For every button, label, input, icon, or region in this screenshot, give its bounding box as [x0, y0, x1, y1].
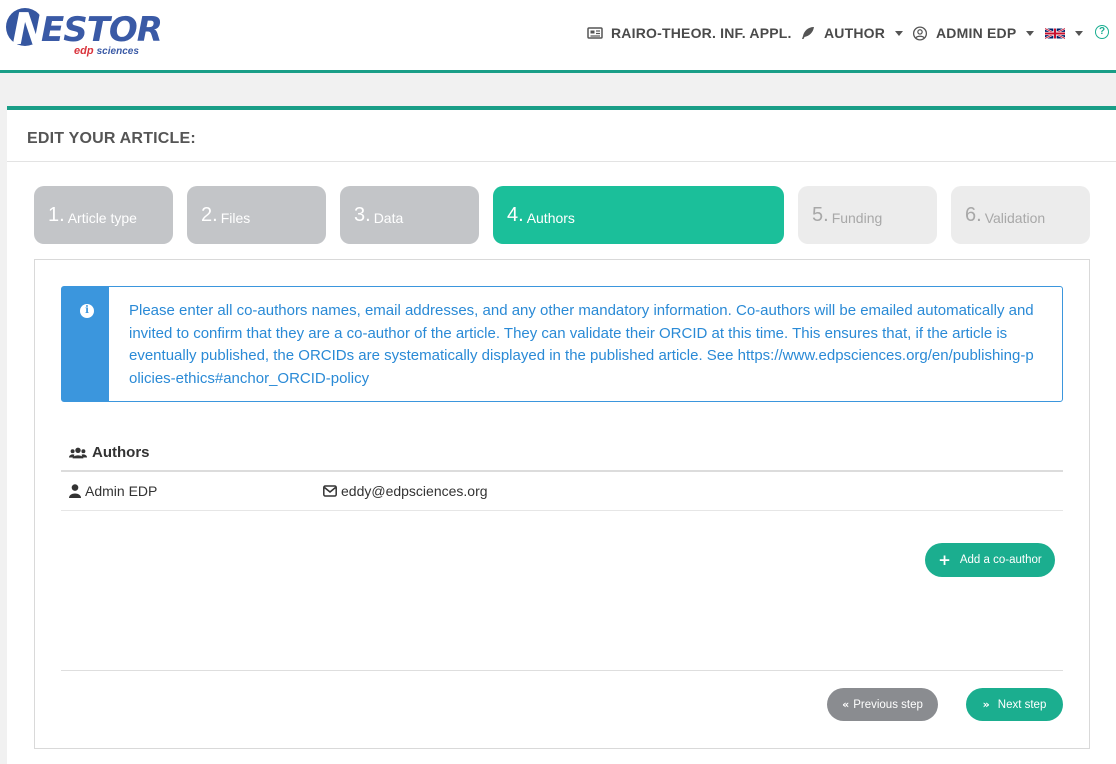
- help-icon[interactable]: ?: [1095, 25, 1109, 39]
- chevron-down-icon: [1075, 30, 1083, 36]
- uk-flag-icon: [1045, 27, 1065, 39]
- role-menu[interactable]: AUTHOR: [800, 22, 904, 44]
- step-authors[interactable]: 4. Authors: [493, 186, 784, 244]
- double-chevron-left-icon: «: [842, 698, 850, 711]
- plus-icon: +: [938, 550, 951, 569]
- envelope-icon: [323, 485, 337, 497]
- previous-step-button[interactable]: « Previous step: [827, 688, 938, 721]
- orcid-info-alert: i Please enter all co-authors names, ema…: [61, 286, 1063, 402]
- authors-step-panel: i Please enter all co-authors names, ema…: [34, 259, 1090, 749]
- logo-brand: edp sciences: [74, 45, 139, 57]
- previous-step-label: Previous step: [853, 698, 923, 711]
- step-label: Authors: [526, 209, 575, 226]
- chevron-down-icon: [895, 30, 904, 36]
- table-row: Admin EDP eddy@edpsciences.org: [61, 474, 1063, 511]
- step-label: Data: [373, 209, 404, 226]
- alert-sidebar: i: [62, 287, 109, 401]
- top-navbar: N ESTOR edp sciences RAIRO-THEOR. INF. A…: [0, 0, 1116, 73]
- step-label: Funding: [831, 209, 883, 226]
- logo-brand-blue: sciences: [96, 46, 139, 57]
- step-number: 3.: [354, 203, 371, 226]
- step-label: Article type: [67, 209, 137, 226]
- author-name: Admin EDP: [85, 483, 158, 499]
- step-number: 5.: [812, 203, 829, 226]
- author-email: eddy@edpsciences.org: [341, 483, 488, 499]
- journal-menu-label: RAIRO-THEOR. INF. APPL.: [611, 25, 792, 41]
- feather-icon: [802, 27, 814, 39]
- step-number: 4.: [507, 203, 524, 226]
- chevron-down-icon: [1026, 30, 1035, 36]
- nestor-logo[interactable]: N ESTOR edp sciences: [6, 4, 163, 60]
- step-data[interactable]: 3. Data: [340, 186, 479, 244]
- logo-wordmark: ESTOR: [41, 10, 163, 50]
- author-name-cell: Admin EDP: [69, 483, 157, 499]
- role-menu-label: AUTHOR: [824, 25, 886, 41]
- step-funding[interactable]: 5. Funding: [798, 186, 937, 244]
- step-article-type[interactable]: 1. Article type: [34, 186, 173, 244]
- step-label: Files: [220, 209, 251, 226]
- newspaper-icon: [587, 27, 603, 39]
- divider: [7, 161, 1116, 162]
- add-co-author-button[interactable]: + Add a co-author: [925, 543, 1055, 577]
- user-menu[interactable]: ADMIN EDP: [912, 22, 1035, 44]
- step-label: Validation: [984, 209, 1046, 226]
- user-icon: [69, 484, 81, 498]
- authors-heading: Authors: [92, 444, 150, 461]
- page-title: EDIT YOUR ARTICLE:: [27, 130, 196, 147]
- user-menu-label: ADMIN EDP: [936, 25, 1017, 41]
- add-co-author-label: Add a co-author: [959, 554, 1042, 566]
- logo-brand-red: edp: [74, 45, 94, 57]
- authors-table-header: Authors: [61, 443, 1063, 472]
- next-step-label: Next step: [997, 698, 1047, 711]
- language-menu[interactable]: [1045, 22, 1083, 44]
- alert-text: Please enter all co-authors names, email…: [129, 300, 1034, 390]
- edit-article-card: EDIT YOUR ARTICLE: 1. Article type 2. Fi…: [7, 106, 1116, 764]
- step-files[interactable]: 2. Files: [187, 186, 326, 244]
- info-icon: i: [80, 304, 94, 318]
- users-icon: [69, 447, 87, 458]
- step-number: 2.: [201, 203, 218, 226]
- step-number: 1.: [48, 203, 65, 226]
- divider: [61, 670, 1063, 671]
- author-email-cell: eddy@edpsciences.org: [323, 483, 488, 499]
- double-chevron-right-icon: »: [982, 698, 990, 711]
- next-step-button[interactable]: » Next step: [966, 688, 1063, 721]
- step-validation[interactable]: 6. Validation: [951, 186, 1090, 244]
- logo-circle: N: [6, 4, 49, 55]
- user-circle-icon: [912, 25, 928, 41]
- step-number: 6.: [965, 203, 982, 226]
- journal-menu[interactable]: RAIRO-THEOR. INF. APPL.: [587, 22, 792, 44]
